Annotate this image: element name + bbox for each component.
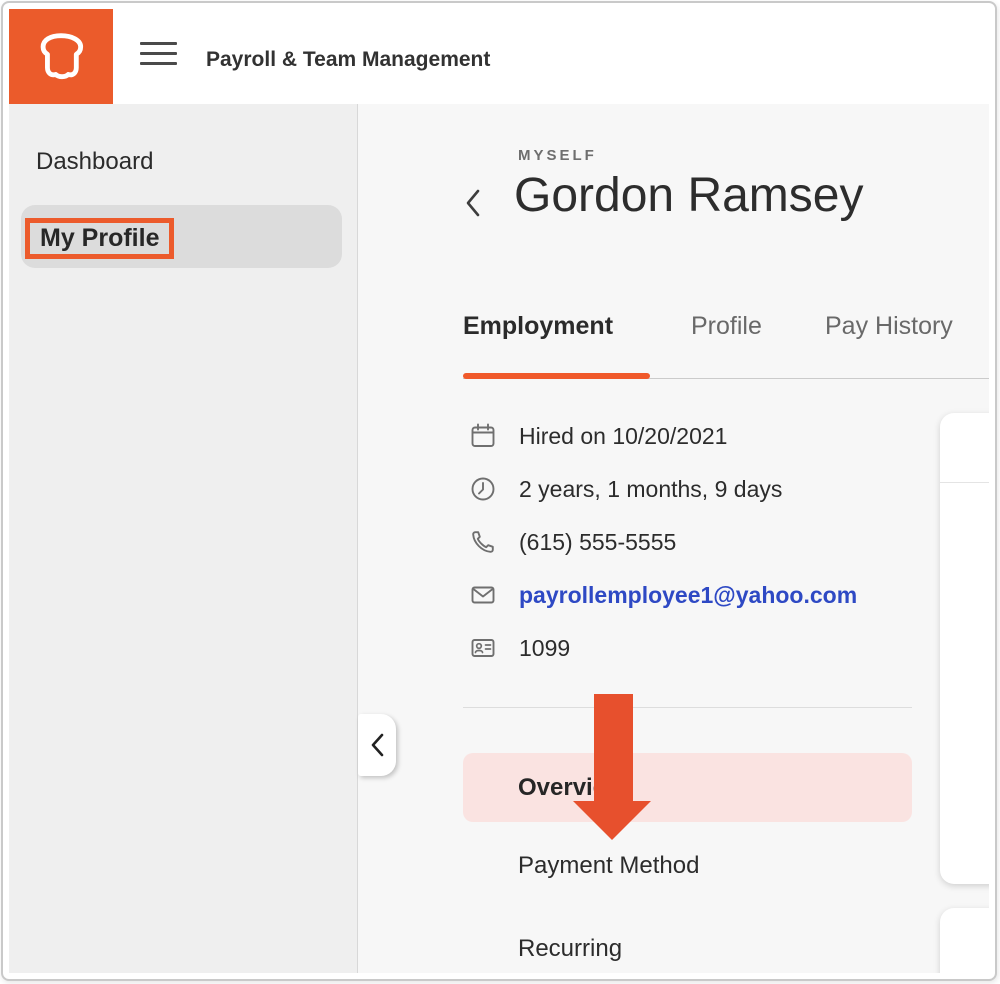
envelope-icon xyxy=(469,581,497,609)
sidebar-collapse-button[interactable] xyxy=(358,714,396,776)
section-divider xyxy=(463,707,912,708)
annotation-arrow-head xyxy=(573,801,651,840)
phone-value: (615) 555-5555 xyxy=(519,529,676,556)
tenure-value: 2 years, 1 months, 9 days xyxy=(519,476,782,503)
chevron-left-icon xyxy=(464,188,482,218)
section-item-recurring[interactable]: Recurring xyxy=(518,935,622,963)
sidebar-item-label: My Profile xyxy=(40,224,159,253)
hire-date-value: Hired on 10/20/2021 xyxy=(519,423,727,450)
email-link[interactable]: payrollemployee1@yahoo.com xyxy=(519,582,857,609)
chevron-left-icon xyxy=(371,733,384,757)
tab-employment[interactable]: Employment xyxy=(463,309,613,343)
section-item-overview[interactable]: Overview xyxy=(463,753,912,822)
content-card-partial xyxy=(940,413,989,884)
menu-hamburger-icon[interactable] xyxy=(140,42,177,71)
sidebar-item-my-profile[interactable]: My Profile xyxy=(21,205,342,268)
app-title: Payroll & Team Management xyxy=(206,48,490,72)
tab-pay-history[interactable]: Pay History xyxy=(825,309,953,343)
top-header: Payroll & Team Management xyxy=(9,9,989,104)
back-button[interactable] xyxy=(464,188,484,220)
tab-profile[interactable]: Profile xyxy=(691,309,762,343)
app-body: Dashboard My Profile MYSELF xyxy=(9,104,989,973)
screenshot-frame: Payroll & Team Management Dashboard My P… xyxy=(1,1,997,981)
toast-bread-icon xyxy=(30,26,92,88)
annotation-highlight-box: My Profile xyxy=(25,218,174,259)
clock-icon xyxy=(469,475,497,503)
card-header-divider xyxy=(940,482,989,483)
section-item-payment-method[interactable]: Payment Method xyxy=(518,852,699,880)
detail-row-email: payrollemployee1@yahoo.com xyxy=(469,581,857,609)
page-title-employee-name: Gordon Ramsey xyxy=(514,166,863,226)
phone-icon xyxy=(469,528,497,556)
detail-row-hire-date: Hired on 10/20/2021 xyxy=(469,422,857,450)
id-card-icon xyxy=(469,634,497,662)
detail-row-phone: (615) 555-5555 xyxy=(469,528,857,556)
sidebar-nav: Dashboard My Profile xyxy=(9,104,358,973)
employment-details-list: Hired on 10/20/2021 2 years, 1 months, 9… xyxy=(469,422,857,687)
content-card-partial xyxy=(940,908,989,973)
sidebar-item-dashboard[interactable]: Dashboard xyxy=(36,148,153,176)
active-tab-indicator xyxy=(463,373,650,379)
detail-row-employment-type: 1099 xyxy=(469,634,857,662)
app-window: Payroll & Team Management Dashboard My P… xyxy=(9,9,989,973)
employment-type-value: 1099 xyxy=(519,635,570,662)
eyebrow-label: MYSELF xyxy=(518,147,597,164)
annotation-arrow-shaft xyxy=(594,694,633,802)
calendar-icon xyxy=(469,422,497,450)
main-content: MYSELF Gordon Ramsey Employment Profile … xyxy=(358,104,989,973)
detail-row-tenure: 2 years, 1 months, 9 days xyxy=(469,475,857,503)
toast-logo[interactable] xyxy=(9,9,113,104)
